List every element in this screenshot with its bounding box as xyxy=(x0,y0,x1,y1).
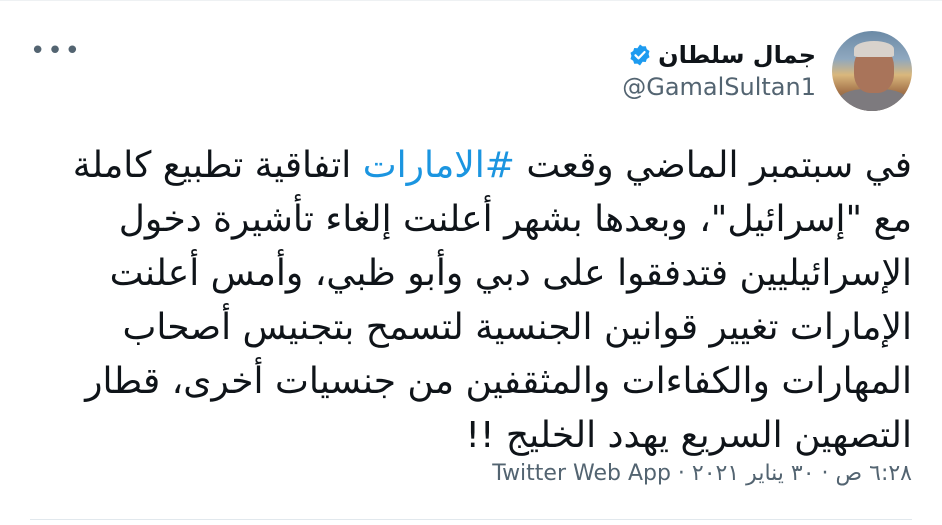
tweet-source-link[interactable]: Twitter Web App xyxy=(492,461,671,486)
tweet-time[interactable]: ٦:٢٨ ص xyxy=(836,461,912,486)
display-name[interactable]: جمال سلطان xyxy=(658,41,816,69)
tweet-header: جمال سلطان @GamalSultan1 xyxy=(622,31,912,111)
avatar[interactable] xyxy=(832,31,912,111)
more-options-icon[interactable]: ••• xyxy=(30,38,82,64)
tweet-card: جمال سلطان @GamalSultan1 ••• في سبتمبر ا… xyxy=(0,0,942,525)
tweet-date[interactable]: ٣٠ يناير ٢٠٢١ xyxy=(692,461,815,486)
tweet-text-part2: اتفاقية تطبيع كاملة مع "إسرائيل"، وبعدها… xyxy=(72,145,912,456)
tweet-metadata: ٦:٢٨ ص · ٣٠ يناير ٢٠٢١ · Twitter Web App xyxy=(492,461,912,486)
display-name-row: جمال سلطان xyxy=(622,41,816,69)
tweet-text: في سبتمبر الماضي وقعت #الامارات اتفاقية … xyxy=(32,139,912,463)
avatar-hair xyxy=(854,41,894,57)
meta-separator: · xyxy=(814,461,836,486)
verified-badge-icon xyxy=(628,43,652,67)
hashtag-link[interactable]: #الامارات xyxy=(363,145,515,186)
author-names: جمال سلطان @GamalSultan1 xyxy=(622,41,816,101)
tweet-text-part1: في سبتمبر الماضي وقعت xyxy=(514,145,912,186)
user-handle[interactable]: @GamalSultan1 xyxy=(622,73,816,101)
meta-separator: · xyxy=(670,461,692,486)
divider xyxy=(30,519,912,520)
